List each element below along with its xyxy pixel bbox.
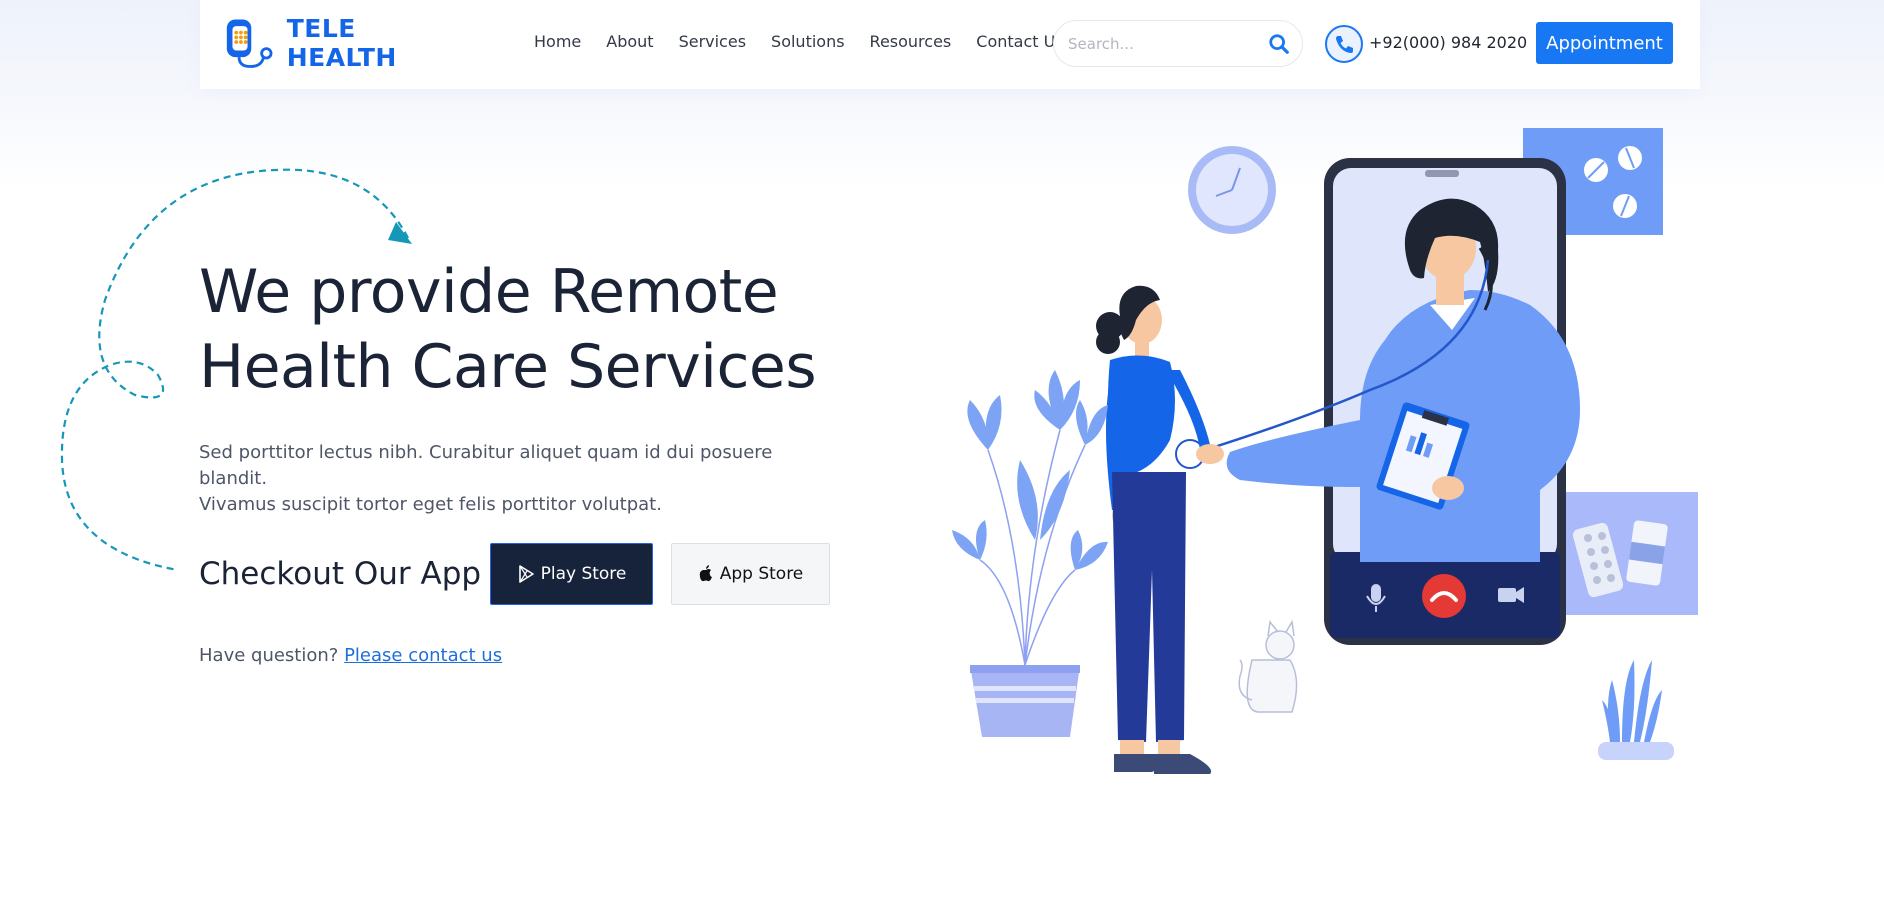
telehealth-logo-icon <box>226 19 273 68</box>
brand-name: TELE HEALTH <box>286 14 397 72</box>
small-plant-icon <box>1598 660 1674 760</box>
cat-icon <box>1238 619 1298 713</box>
nav-item-services[interactable]: Services <box>679 32 746 56</box>
brand-logo[interactable]: TELE HEALTH <box>224 13 464 73</box>
hero-description: Sed porttitor lectus nibh. Curabitur ali… <box>199 440 839 518</box>
patient-figure <box>1096 285 1224 774</box>
hero-title-line-2: Health Care Services <box>199 332 817 402</box>
medicine-blister-icon <box>1560 492 1698 615</box>
plant-icon <box>952 370 1108 737</box>
end-call-icon <box>1422 574 1466 618</box>
play-store-button[interactable]: Play Store <box>490 543 653 605</box>
play-store-icon <box>518 565 534 583</box>
nav-item-solutions[interactable]: Solutions <box>771 32 845 56</box>
question-label: Have question? <box>199 645 339 666</box>
clock-icon <box>1188 146 1276 234</box>
phone-number[interactable]: +92(000) 984 2020 <box>1369 33 1527 52</box>
appointment-button[interactable]: Appointment <box>1536 22 1673 64</box>
question-text: Have question? Please contact us <box>199 645 502 666</box>
nav-item-about[interactable]: About <box>606 32 653 56</box>
app-store-label: App Store <box>719 564 804 584</box>
nav-item-contact-us[interactable]: Contact Us <box>976 32 1063 56</box>
search-box <box>1053 20 1303 67</box>
search-icon[interactable] <box>1268 33 1290 55</box>
play-store-label: Play Store <box>540 564 627 584</box>
hero-description-line-1: Sed porttitor lectus nibh. Curabitur ali… <box>199 442 773 489</box>
phone-icon[interactable] <box>1325 25 1363 63</box>
hero-title-line-1: We provide Remote <box>199 257 779 327</box>
nav-item-home[interactable]: Home <box>534 32 581 56</box>
hero-description-line-2: Vivamus suscipit tortor eget felis portt… <box>199 494 662 515</box>
main-nav: Home About Services Solutions Resources … <box>534 32 1089 56</box>
contact-link[interactable]: Please contact us <box>344 645 502 666</box>
app-store-button[interactable]: App Store <box>671 543 830 605</box>
site-header: TELE HEALTH Home About Services Solution… <box>200 0 1700 89</box>
apple-icon <box>699 565 712 582</box>
hero-illustration <box>952 128 1698 774</box>
nav-item-resources[interactable]: Resources <box>870 32 952 56</box>
hero-title: We provide Remote Health Care Services <box>199 255 839 405</box>
search-input[interactable] <box>1068 32 1258 56</box>
checkout-app-label: Checkout Our App <box>199 556 482 592</box>
